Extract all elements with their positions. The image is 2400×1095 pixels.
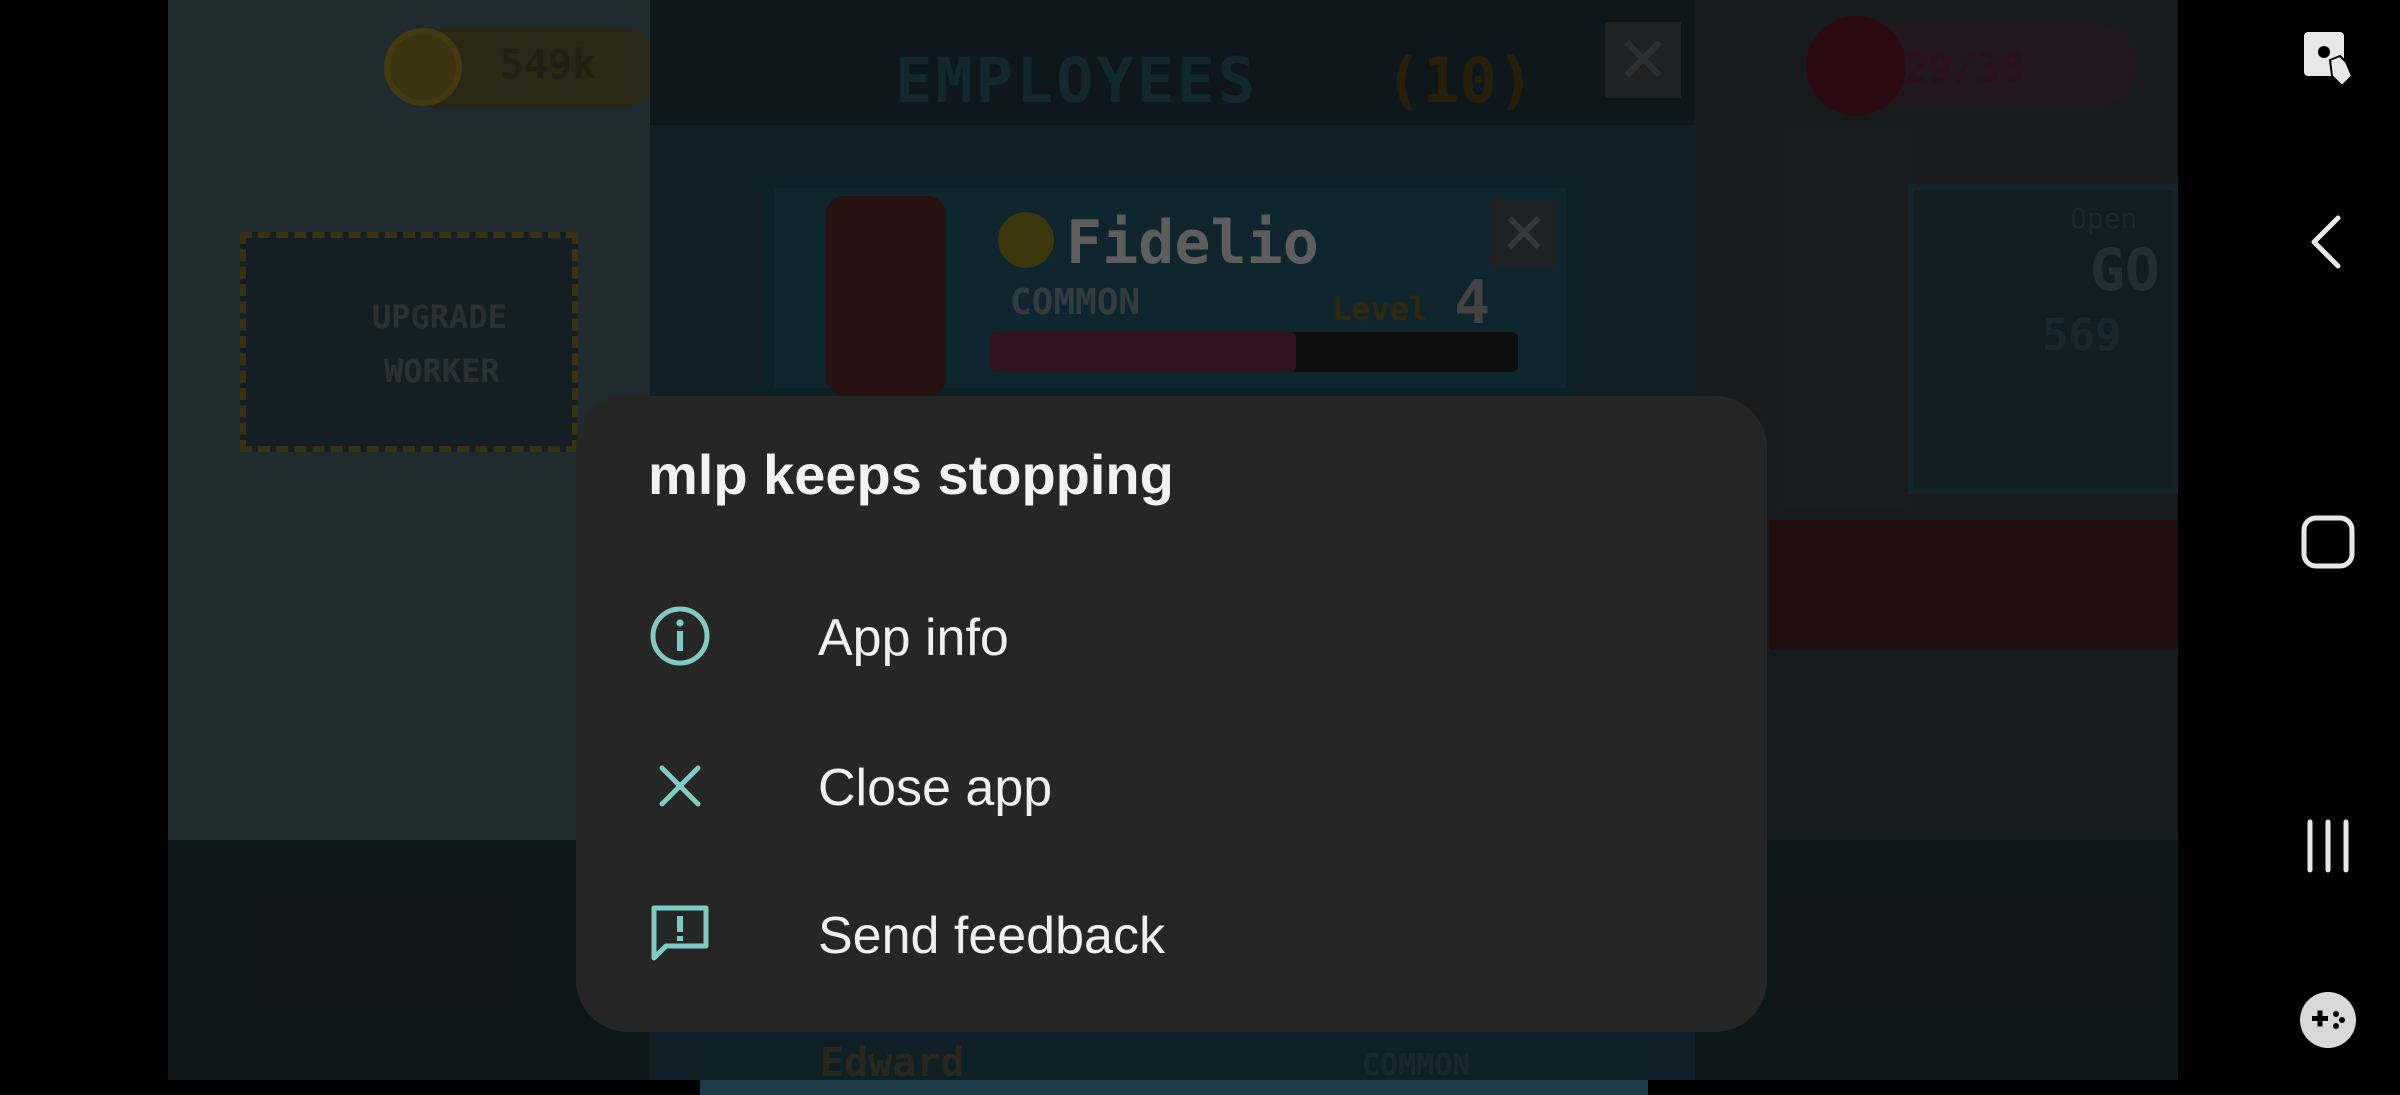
- recents-icon[interactable]: [2280, 798, 2376, 894]
- app-crash-dialog: mlp keeps stopping App info Close app Se…: [576, 396, 1767, 1032]
- send-feedback-label: Send feedback: [818, 907, 1165, 965]
- info-icon: [650, 606, 710, 666]
- app-info-option[interactable]: App info: [576, 564, 1767, 704]
- back-icon[interactable]: [2280, 194, 2376, 290]
- game-tools-icon[interactable]: [2280, 972, 2376, 1068]
- home-icon[interactable]: [2280, 494, 2376, 590]
- dialog-title: mlp keeps stopping: [648, 443, 1174, 506]
- screen-touch-icon[interactable]: [2280, 16, 2376, 112]
- close-icon: [659, 765, 701, 807]
- feedback-icon: [651, 905, 709, 961]
- app-info-label: App info: [818, 609, 1009, 667]
- close-app-option[interactable]: Close app: [576, 714, 1767, 854]
- send-feedback-option[interactable]: Send feedback: [576, 862, 1767, 1002]
- close-app-label: Close app: [818, 759, 1053, 817]
